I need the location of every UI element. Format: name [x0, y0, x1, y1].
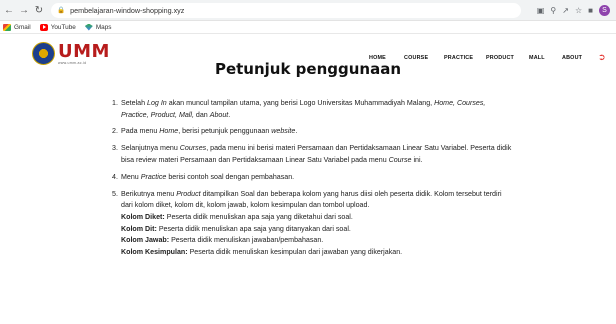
bookmark-star-icon[interactable]: ☆	[575, 6, 582, 15]
maps-icon	[84, 23, 93, 31]
browser-toolbar: ← → ↻ 🔒 pembelajaran-window-shopping.xyz…	[0, 0, 616, 21]
list-item: 4. Menu Practice berisi contoh soal deng…	[112, 172, 295, 181]
bookmarks-bar: Gmail YouTube Maps	[0, 21, 616, 34]
page-title: Petunjuk penggunaan	[214, 60, 402, 78]
list-item: 5. Berikutnya menu Product ditampilkan S…	[112, 189, 502, 256]
address-bar[interactable]: 🔒 pembelajaran-window-shopping.xyz	[51, 2, 521, 18]
bookmark-maps[interactable]: Maps	[84, 23, 111, 31]
profile-avatar[interactable]: S	[599, 4, 610, 16]
zoom-icon[interactable]: ⚲	[550, 6, 556, 15]
translate-icon[interactable]: ▣	[537, 6, 545, 15]
list-item: 3. Selanjutnya menu Courses, pada menu i…	[112, 144, 512, 164]
forward-arrow-icon[interactable]: →	[18, 3, 30, 17]
list-item: 1. Setelah Log In akan muncul tampilan u…	[112, 99, 486, 119]
list-item: 2. Pada menu Home, berisi petunjuk pengg…	[112, 127, 298, 136]
sidebar-icon[interactable]: ■	[588, 6, 593, 15]
reload-icon[interactable]: ↻	[33, 3, 45, 17]
instruction-list: 1. Setelah Log In akan muncul tampilan u…	[112, 98, 512, 264]
url-text: pembelajaran-window-shopping.xyz	[70, 5, 185, 15]
bookmark-youtube[interactable]: YouTube	[39, 23, 76, 31]
lock-icon: 🔒	[57, 7, 66, 14]
bookmark-gmail[interactable]: Gmail	[3, 23, 31, 31]
back-arrow-icon[interactable]: ←	[3, 3, 15, 17]
share-icon[interactable]: ↗	[562, 6, 569, 15]
youtube-icon	[39, 23, 48, 31]
gmail-icon	[3, 23, 11, 31]
